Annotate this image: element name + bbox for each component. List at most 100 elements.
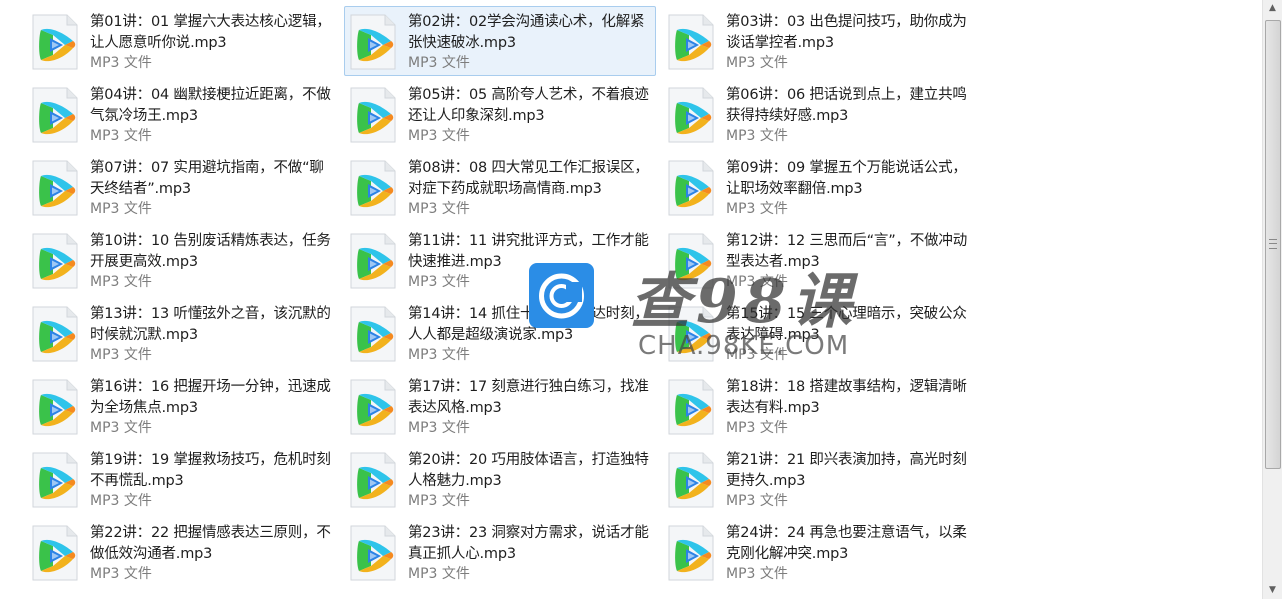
- file-type-label: MP3 文件: [408, 493, 470, 509]
- file-type-label: MP3 文件: [408, 55, 470, 71]
- scroll-down-arrow-icon[interactable]: ▼: [1263, 582, 1282, 599]
- file-item[interactable]: 第10讲：10 告别废话精炼表达，任务开展更高效.mp3 MP3 文件: [26, 225, 338, 295]
- video-player-icon: [32, 87, 78, 143]
- file-name: 第13讲：13 听懂弦外之音，该沉默的时候就沉默.mp3: [90, 306, 331, 343]
- file-type-label: MP3 文件: [726, 566, 788, 582]
- file-name: 第21讲：21 即兴表演加持，高光时刻更持久.mp3: [726, 452, 967, 489]
- file-item[interactable]: 第17讲：17 刻意进行独白练习，找准表达风格.mp3 MP3 文件: [344, 371, 656, 441]
- file-name: 第22讲：22 把握情感表达三原则，不做低效沟通者.mp3: [90, 525, 331, 562]
- file-type-label: MP3 文件: [726, 493, 788, 509]
- file-item[interactable]: 第13讲：13 听懂弦外之音，该沉默的时候就沉默.mp3 MP3 文件: [26, 298, 338, 368]
- file-type-label: MP3 文件: [90, 55, 152, 71]
- video-player-icon: [668, 306, 714, 362]
- file-item[interactable]: 第16讲：16 把握开场一分钟，迅速成为全场焦点.mp3 MP3 文件: [26, 371, 338, 441]
- file-type-label: MP3 文件: [90, 493, 152, 509]
- file-name: 第24讲：24 再急也要注意语气，以柔克刚化解冲突.mp3: [726, 525, 967, 562]
- file-name: 第14讲：14 抓住十大公众表达时刻，人人都是超级演说家.mp3: [408, 306, 649, 343]
- file-type-label: MP3 文件: [408, 201, 470, 217]
- video-player-icon: [350, 87, 396, 143]
- file-name: 第02讲：02学会沟通读心术，化解紧张快速破冰.mp3: [408, 14, 645, 51]
- file-type-label: MP3 文件: [726, 274, 788, 290]
- file-type-label: MP3 文件: [726, 128, 788, 144]
- file-list-view: 第01讲：01 掌握六大表达核心逻辑，让人愿意听你说.mp3 MP3 文件 第02讲…: [0, 0, 1262, 599]
- file-item[interactable]: 第14讲：14 抓住十大公众表达时刻，人人都是超级演说家.mp3 MP3 文件: [344, 298, 656, 368]
- file-name: 第17讲：17 刻意进行独白练习，找准表达风格.mp3: [408, 379, 649, 416]
- video-player-icon: [32, 379, 78, 435]
- file-type-label: MP3 文件: [726, 347, 788, 363]
- file-item[interactable]: 第15讲：15 三个心理暗示，突破公众表达障碍.mp3 MP3 文件: [662, 298, 974, 368]
- file-item[interactable]: 第07讲：07 实用避坑指南，不做“聊天终结者”.mp3 MP3 文件: [26, 152, 338, 222]
- file-type-label: MP3 文件: [408, 566, 470, 582]
- video-player-icon: [32, 525, 78, 581]
- file-name: 第10讲：10 告别废话精炼表达，任务开展更高效.mp3: [90, 233, 331, 270]
- file-type-label: MP3 文件: [726, 420, 788, 436]
- file-name: 第19讲：19 掌握救场技巧，危机时刻不再慌乱.mp3: [90, 452, 331, 489]
- file-item[interactable]: 第05讲：05 高阶夸人艺术，不着痕迹还让人印象深刻.mp3 MP3 文件: [344, 79, 656, 149]
- file-type-label: MP3 文件: [408, 128, 470, 144]
- file-item[interactable]: 第11讲：11 讲究批评方式，工作才能快速推进.mp3 MP3 文件: [344, 225, 656, 295]
- file-name: 第20讲：20 巧用肢体语言，打造独特人格魅力.mp3: [408, 452, 649, 489]
- file-name: 第18讲：18 搭建故事结构，逻辑清晰表达有料.mp3: [726, 379, 967, 416]
- video-player-icon: [668, 160, 714, 216]
- video-player-icon: [350, 233, 396, 289]
- video-player-icon: [32, 233, 78, 289]
- file-name: 第07讲：07 实用避坑指南，不做“聊天终结者”.mp3: [90, 160, 324, 197]
- video-player-icon: [668, 233, 714, 289]
- video-player-icon: [32, 452, 78, 508]
- file-type-label: MP3 文件: [90, 566, 152, 582]
- video-player-icon: [668, 14, 714, 70]
- file-item[interactable]: 第19讲：19 掌握救场技巧，危机时刻不再慌乱.mp3 MP3 文件: [26, 444, 338, 514]
- video-player-icon: [350, 379, 396, 435]
- video-player-icon: [350, 306, 396, 362]
- file-item[interactable]: 第08讲：08 四大常见工作汇报误区，对症下药成就职场高情商.mp3 MP3 文件: [344, 152, 656, 222]
- file-name: 第09讲：09 掌握五个万能说话公式，让职场效率翻倍.mp3: [726, 160, 967, 197]
- file-type-label: MP3 文件: [90, 347, 152, 363]
- vertical-scrollbar[interactable]: ▲ ▼: [1262, 0, 1282, 599]
- file-name: 第16讲：16 把握开场一分钟，迅速成为全场焦点.mp3: [90, 379, 331, 416]
- file-name: 第06讲：06 把话说到点上，建立共鸣获得持续好感.mp3: [726, 87, 967, 124]
- file-name: 第12讲：12 三思而后“言”，不做冲动型表达者.mp3: [726, 233, 968, 270]
- file-type-label: MP3 文件: [726, 201, 788, 217]
- file-item[interactable]: 第02讲：02学会沟通读心术，化解紧张快速破冰.mp3 MP3 文件: [344, 6, 656, 76]
- file-name: 第08讲：08 四大常见工作汇报误区，对症下药成就职场高情商.mp3: [408, 160, 649, 197]
- video-player-icon: [350, 160, 396, 216]
- file-item[interactable]: 第06讲：06 把话说到点上，建立共鸣获得持续好感.mp3 MP3 文件: [662, 79, 974, 149]
- file-item[interactable]: 第12讲：12 三思而后“言”，不做冲动型表达者.mp3 MP3 文件: [662, 225, 974, 295]
- grip-icon: [1269, 239, 1277, 249]
- file-type-label: MP3 文件: [408, 420, 470, 436]
- file-type-label: MP3 文件: [408, 274, 470, 290]
- file-item[interactable]: 第23讲：23 洞察对方需求，说话才能真正抓人心.mp3 MP3 文件: [344, 517, 656, 587]
- video-player-icon: [668, 379, 714, 435]
- file-name: 第11讲：11 讲究批评方式，工作才能快速推进.mp3: [408, 233, 649, 270]
- video-player-icon: [668, 87, 714, 143]
- file-type-label: MP3 文件: [726, 55, 788, 71]
- scroll-up-arrow-icon[interactable]: ▲: [1263, 0, 1282, 17]
- file-item[interactable]: 第18讲：18 搭建故事结构，逻辑清晰表达有料.mp3 MP3 文件: [662, 371, 974, 441]
- video-player-icon: [350, 452, 396, 508]
- video-player-icon: [350, 525, 396, 581]
- file-item[interactable]: 第20讲：20 巧用肢体语言，打造独特人格魅力.mp3 MP3 文件: [344, 444, 656, 514]
- file-name: 第15讲：15 三个心理暗示，突破公众表达障碍.mp3: [726, 306, 967, 343]
- file-item[interactable]: 第21讲：21 即兴表演加持，高光时刻更持久.mp3 MP3 文件: [662, 444, 974, 514]
- file-item[interactable]: 第01讲：01 掌握六大表达核心逻辑，让人愿意听你说.mp3 MP3 文件: [26, 6, 338, 76]
- file-type-label: MP3 文件: [90, 201, 152, 217]
- file-item[interactable]: 第24讲：24 再急也要注意语气，以柔克刚化解冲突.mp3 MP3 文件: [662, 517, 974, 587]
- video-player-icon: [32, 14, 78, 70]
- video-player-icon: [668, 452, 714, 508]
- video-player-icon: [668, 525, 714, 581]
- file-item[interactable]: 第04讲：04 幽默接梗拉近距离，不做气氛冷场王.mp3 MP3 文件: [26, 79, 338, 149]
- file-type-label: MP3 文件: [90, 274, 152, 290]
- scroll-thumb[interactable]: [1265, 20, 1281, 469]
- file-type-label: MP3 文件: [90, 420, 152, 436]
- video-player-icon: [32, 306, 78, 362]
- file-type-label: MP3 文件: [408, 347, 470, 363]
- file-grid: 第01讲：01 掌握六大表达核心逻辑，让人愿意听你说.mp3 MP3 文件 第02讲…: [26, 6, 974, 590]
- file-item[interactable]: 第22讲：22 把握情感表达三原则，不做低效沟通者.mp3 MP3 文件: [26, 517, 338, 587]
- file-name: 第05讲：05 高阶夸人艺术，不着痕迹还让人印象深刻.mp3: [408, 87, 649, 124]
- video-player-icon: [32, 160, 78, 216]
- file-item[interactable]: 第09讲：09 掌握五个万能说话公式，让职场效率翻倍.mp3 MP3 文件: [662, 152, 974, 222]
- file-type-label: MP3 文件: [90, 128, 152, 144]
- file-item[interactable]: 第03讲：03 出色提问技巧，助你成为谈话掌控者.mp3 MP3 文件: [662, 6, 974, 76]
- file-name: 第01讲：01 掌握六大表达核心逻辑，让人愿意听你说.mp3: [90, 14, 331, 51]
- file-name: 第23讲：23 洞察对方需求，说话才能真正抓人心.mp3: [408, 525, 649, 562]
